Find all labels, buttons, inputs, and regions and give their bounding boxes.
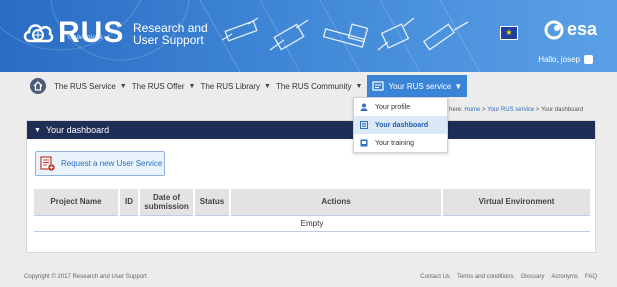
nav-active-label: Your RUS service <box>388 81 452 91</box>
panel-title: Your dashboard <box>45 125 110 135</box>
tagline-line-2: User Support <box>133 33 204 47</box>
site-footer: Copyright © 2017 Research and User Suppo… <box>0 266 617 287</box>
dropdown-item-profile[interactable]: Your profile <box>354 98 447 116</box>
nav-item-label: The RUS Library <box>200 81 261 91</box>
user-icon <box>584 55 593 64</box>
request-button-label: Request a new User Service <box>61 159 163 168</box>
breadcrumb-home-link[interactable]: Home <box>464 107 480 113</box>
column-header-virtual-environment[interactable]: Virtual Environment <box>441 189 590 215</box>
breadcrumb-section-link[interactable]: Your RUS service <box>487 107 534 113</box>
panel-header[interactable]: ▼ Your dashboard <box>27 121 595 139</box>
breadcrumb-prefix: here: <box>449 107 463 113</box>
footer-links: Contact Us Terms and conditions Glossary… <box>413 274 597 280</box>
dropdown-item-dashboard[interactable]: Your dashboard <box>354 116 447 134</box>
caret-down-icon: ▼ <box>355 82 363 90</box>
caret-down-icon: ▼ <box>188 82 196 90</box>
column-header-id[interactable]: ID <box>118 189 139 215</box>
request-user-service-button[interactable]: Request a new User Service <box>35 151 165 176</box>
breadcrumb-current: Your dashboard <box>540 107 584 113</box>
nav-item-rus-offer[interactable]: The RUS Offer ▼ <box>132 82 196 91</box>
footer-link-terms[interactable]: Terms and conditions <box>457 274 514 280</box>
empty-table-message: Empty <box>34 214 590 232</box>
services-table: Project Name ID Date of submission Statu… <box>34 189 590 232</box>
greeting-text: Hallo, josep <box>538 55 580 64</box>
breadcrumb: here: Home > Your RUS service > Your das… <box>449 107 584 113</box>
form-add-icon <box>40 156 55 171</box>
copyright-text: Copyright © 2017 Research and User Suppo… <box>24 274 147 280</box>
nav-item-label: The RUS Service <box>54 81 116 91</box>
triangle-down-icon: ▼ <box>34 126 41 134</box>
esa-logo[interactable]: esa <box>544 19 597 40</box>
training-icon <box>360 139 368 147</box>
dropdown-item-label: Your profile <box>375 103 411 111</box>
nav-item-rus-library[interactable]: The RUS Library ▼ <box>200 82 271 91</box>
user-icon <box>360 103 368 111</box>
your-rus-service-dropdown: Your profile Your dashboard Your trainin… <box>353 97 448 153</box>
site-header: RUS Copernicus Research and User Support… <box>0 0 617 72</box>
cloud-logo-icon <box>23 24 54 43</box>
tagline: Research and User Support <box>133 22 208 46</box>
column-header-project-name[interactable]: Project Name <box>34 189 119 215</box>
nav-item-label: The RUS Community <box>275 81 352 91</box>
caret-down-icon: ▼ <box>454 81 463 91</box>
rus-service-icon <box>372 81 385 91</box>
caret-down-icon: ▼ <box>119 82 127 90</box>
dashboard-panel: ▼ Your dashboard Request a new User Serv… <box>26 120 596 253</box>
esa-emblem-icon <box>544 20 564 39</box>
home-icon[interactable] <box>30 78 46 94</box>
satellites-illustration <box>221 17 469 51</box>
footer-link-faq[interactable]: FAQ <box>585 274 597 280</box>
dropdown-item-label: Your dashboard <box>375 121 429 129</box>
dropdown-item-label: Your training <box>375 139 415 147</box>
list-icon <box>360 121 368 129</box>
footer-link-glossary[interactable]: Glossary <box>521 274 545 280</box>
column-header-actions[interactable]: Actions <box>229 189 442 215</box>
main-nav: The RUS Service ▼ The RUS Offer ▼ The RU… <box>12 74 606 98</box>
footer-link-acronyms[interactable]: Acronyms <box>551 274 578 280</box>
rus-logo[interactable]: RUS <box>22 18 124 48</box>
nav-item-rus-service[interactable]: The RUS Service ▼ <box>54 82 127 91</box>
caret-down-icon: ▼ <box>264 82 271 90</box>
eu-flag-icon: ★ <box>500 26 518 40</box>
column-header-status[interactable]: Status <box>193 189 230 215</box>
footer-link-contact[interactable]: Contact Us <box>420 274 450 280</box>
nav-item-your-rus-service[interactable]: Your RUS service ▼ <box>367 75 468 97</box>
dropdown-item-training[interactable]: Your training <box>354 134 447 152</box>
nav-item-label: The RUS Offer <box>131 81 185 91</box>
logo-subtitle: Copernicus <box>68 34 103 41</box>
esa-text: esa <box>567 19 598 39</box>
user-greeting[interactable]: Hallo, josep <box>538 55 593 64</box>
table-header-row: Project Name ID Date of submission Statu… <box>34 189 590 215</box>
column-header-date[interactable]: Date of submission <box>138 189 194 215</box>
table-row: Empty <box>34 214 590 232</box>
logo-text: RUS <box>58 16 125 49</box>
nav-item-rus-community[interactable]: The RUS Community ▼ <box>276 82 363 91</box>
